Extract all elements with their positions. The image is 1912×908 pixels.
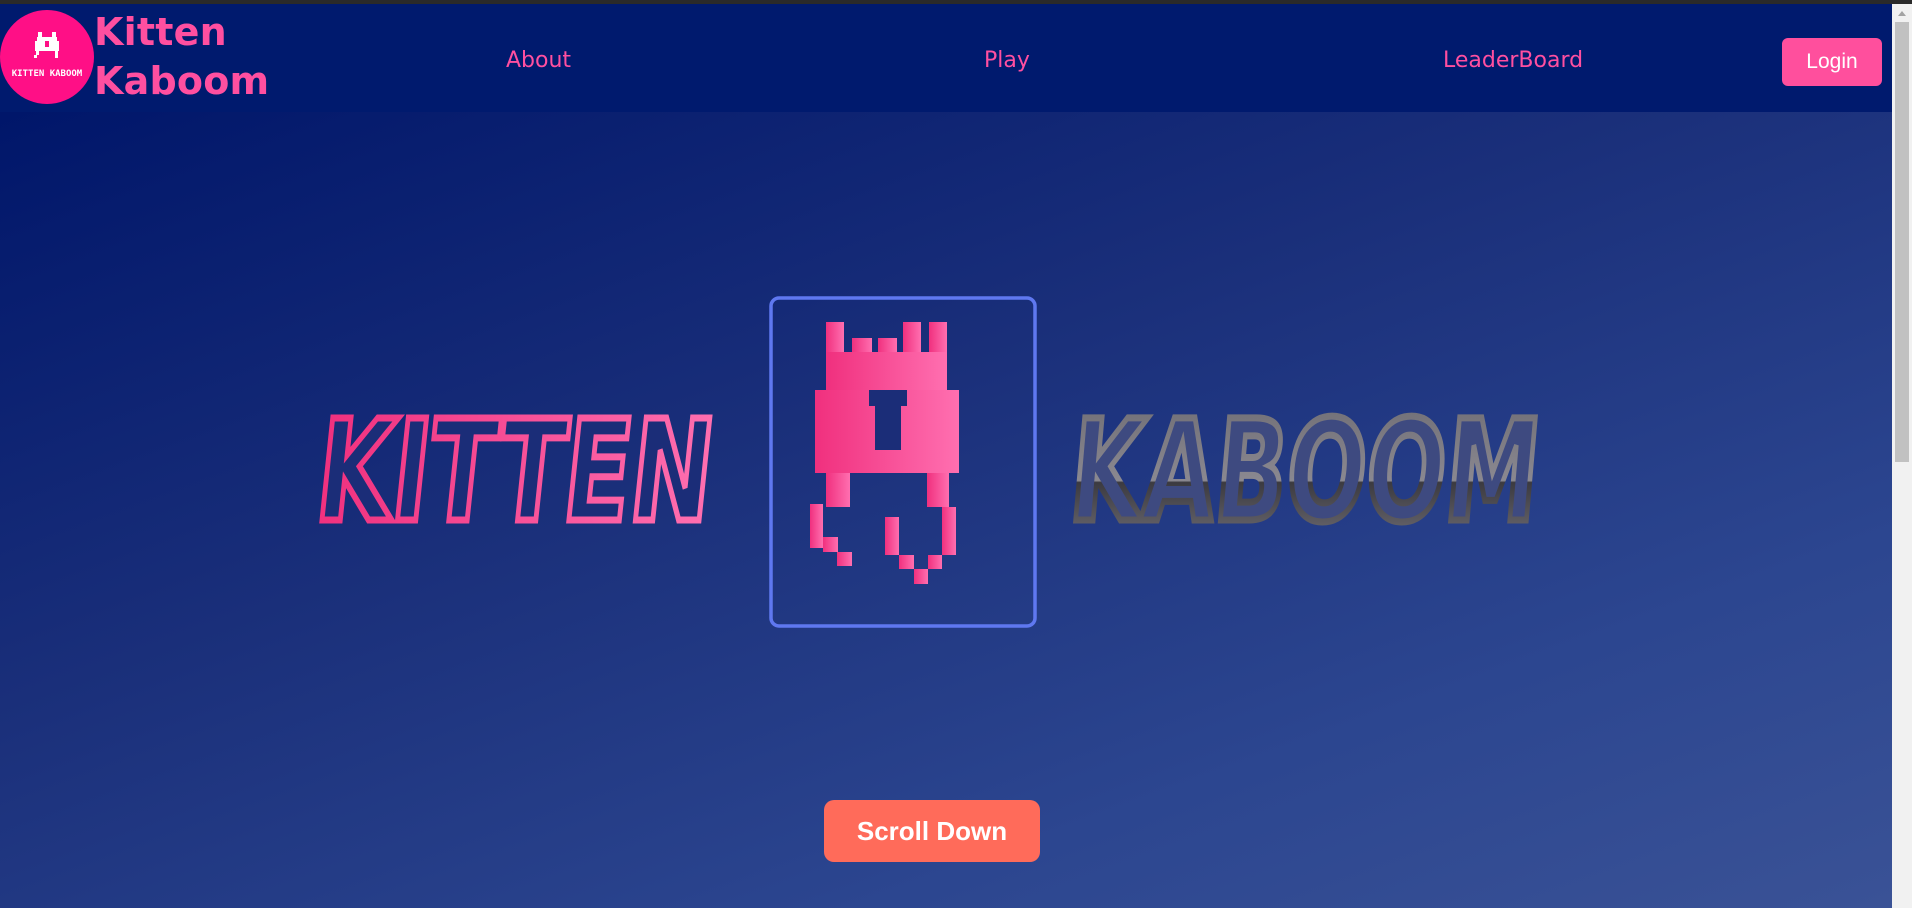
page-scrollbar[interactable] [1892,4,1912,908]
brand-logo[interactable]: KITTEN KABOOM [0,10,94,104]
hero-word-kaboom-text: KABOOM [1064,391,1546,554]
nav-link-about[interactable]: About [506,45,571,77]
brand-name-line2: Kaboom [94,59,270,103]
nav-link-leaderboard[interactable]: LeaderBoard [1443,45,1583,77]
scrollbar-thumb[interactable] [1895,22,1909,462]
navbar: KITTEN KABOOM Kitten Kaboom About Play L… [0,4,1892,112]
nav-link-play[interactable]: Play [984,45,1030,77]
hero-word-kitten: KITTEN [315,388,725,558]
hero-logo: KITTEN KABOOM [315,296,1550,628]
hero-section: KITTEN KABOOM Scroll Down [0,112,1892,908]
hero-word-kitten-text: KITTEN [315,391,722,554]
scroll-down-button[interactable]: Scroll Down [824,800,1040,862]
kitten-logo-icon: KITTEN KABOOM [12,32,83,79]
login-button[interactable]: Login [1782,38,1882,86]
hero-word-kaboom: KABOOM [1061,388,1550,558]
pixel-kitten-icon [810,322,959,584]
logo-caption: KITTEN KABOOM [12,69,83,79]
brand-name[interactable]: Kitten Kaboom [94,8,294,106]
brand-name-line1: Kitten [94,10,227,54]
scroll-up-arrow-icon[interactable] [1892,4,1912,22]
hero-kitten-frame [769,296,1037,628]
